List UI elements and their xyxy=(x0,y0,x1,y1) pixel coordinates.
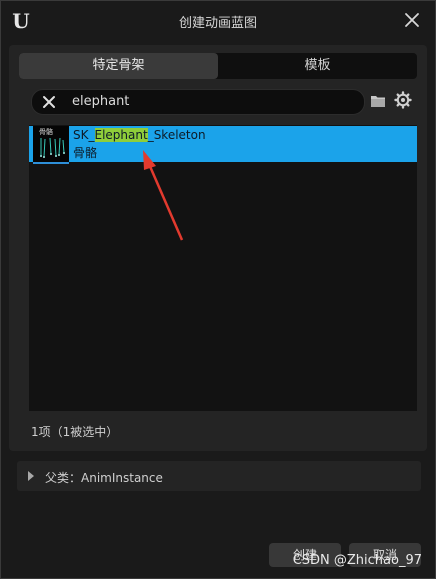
tab-specific-skeleton[interactable]: 特定骨架 xyxy=(19,53,218,79)
expand-chevron-icon[interactable] xyxy=(27,471,35,481)
parent-class-label: 父类：AnimInstance xyxy=(45,471,163,485)
asset-type: 骨骼 xyxy=(73,146,98,160)
title-bar: U 创建动画蓝图 xyxy=(1,1,435,41)
dialog-title: 创建动画蓝图 xyxy=(178,16,257,31)
folder-icon[interactable] xyxy=(370,94,386,108)
search-match-highlight: Elephant xyxy=(94,128,148,142)
tab-template[interactable]: 模板 xyxy=(218,53,417,79)
tab-bar: 特定骨架 模板 xyxy=(19,53,417,79)
asset-name-prefix: SK_ xyxy=(73,128,95,142)
selection-status: 1项（1被选中） xyxy=(31,425,119,439)
settings-gear-icon[interactable] xyxy=(394,91,412,109)
asset-name-suffix: _Skeleton xyxy=(147,128,206,142)
cancel-button[interactable]: 取消 xyxy=(349,543,421,567)
search-input[interactable]: elephant xyxy=(72,94,129,109)
create-anim-blueprint-dialog: U 创建动画蓝图 特定骨架 模板 elephant 骨骼 SK_Elephant… xyxy=(0,0,436,579)
parent-class-row[interactable]: 父类：AnimInstance xyxy=(17,461,421,491)
skeleton-picker-panel: 特定骨架 模板 elephant 骨骼 SK_Elephant_Skeleton… xyxy=(9,45,427,451)
list-item-sk-elephant-skeleton[interactable]: 骨骼 SK_Elephant_Skeleton 骨骼 xyxy=(29,126,417,164)
create-button[interactable]: 创建 xyxy=(269,543,341,567)
clear-search-icon[interactable] xyxy=(42,95,56,109)
skeleton-thumbnail: 骨骼 xyxy=(33,126,69,164)
close-icon[interactable] xyxy=(403,11,421,29)
asset-name: SK_Elephant_Skeleton xyxy=(73,128,206,142)
asset-list: 骨骼 SK_Elephant_Skeleton 骨骼 xyxy=(29,125,417,411)
skeleton-preview-icon xyxy=(40,137,65,158)
search-box[interactable]: elephant xyxy=(31,89,365,115)
